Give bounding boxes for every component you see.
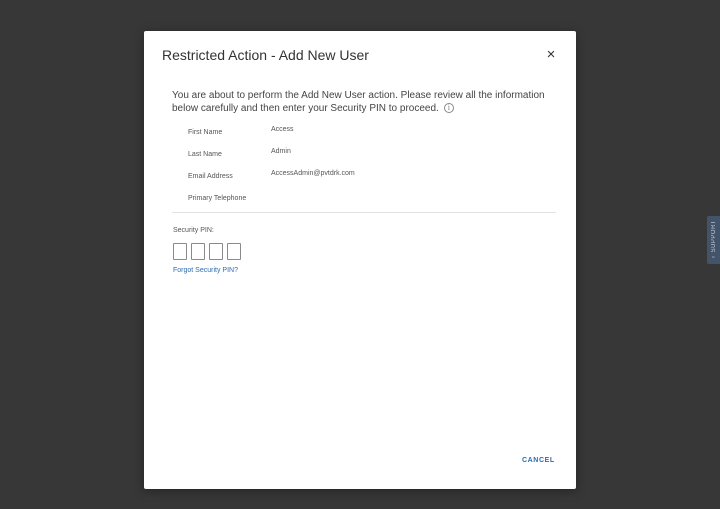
email-address-value: AccessAdmin@pvtdrk.com — [271, 170, 355, 177]
support-tab[interactable]: SUPPORT ‹ — [707, 216, 720, 264]
primary-telephone-label: Primary Telephone — [188, 195, 247, 202]
dialog-title: Restricted Action - Add New User — [162, 47, 369, 63]
first-name-value: Access — [271, 126, 294, 133]
email-address-label: Email Address — [188, 173, 233, 180]
pin-digit-2-input[interactable] — [191, 243, 205, 260]
last-name-label: Last Name — [188, 151, 222, 158]
pin-digit-4-input[interactable] — [227, 243, 241, 260]
last-name-value: Admin — [271, 148, 291, 155]
pin-digit-3-input[interactable] — [209, 243, 223, 260]
chevron-up-icon: ‹ — [710, 256, 717, 259]
cancel-button[interactable]: CANCEL — [522, 457, 555, 464]
restricted-action-dialog: Restricted Action - Add New User × You a… — [144, 31, 576, 489]
intro-text: You are about to perform the Add New Use… — [172, 89, 552, 115]
security-pin-label: Security PIN: — [173, 227, 214, 234]
intro-message: You are about to perform the Add New Use… — [172, 90, 545, 114]
forgot-security-pin-link[interactable]: Forgot Security PIN? — [173, 267, 238, 274]
info-icon[interactable]: i — [443, 103, 454, 114]
close-icon[interactable]: × — [544, 47, 558, 63]
first-name-label: First Name — [188, 129, 223, 136]
support-label: SUPPORT — [710, 219, 717, 253]
pin-digit-1-input[interactable] — [173, 243, 187, 260]
divider — [172, 212, 556, 213]
